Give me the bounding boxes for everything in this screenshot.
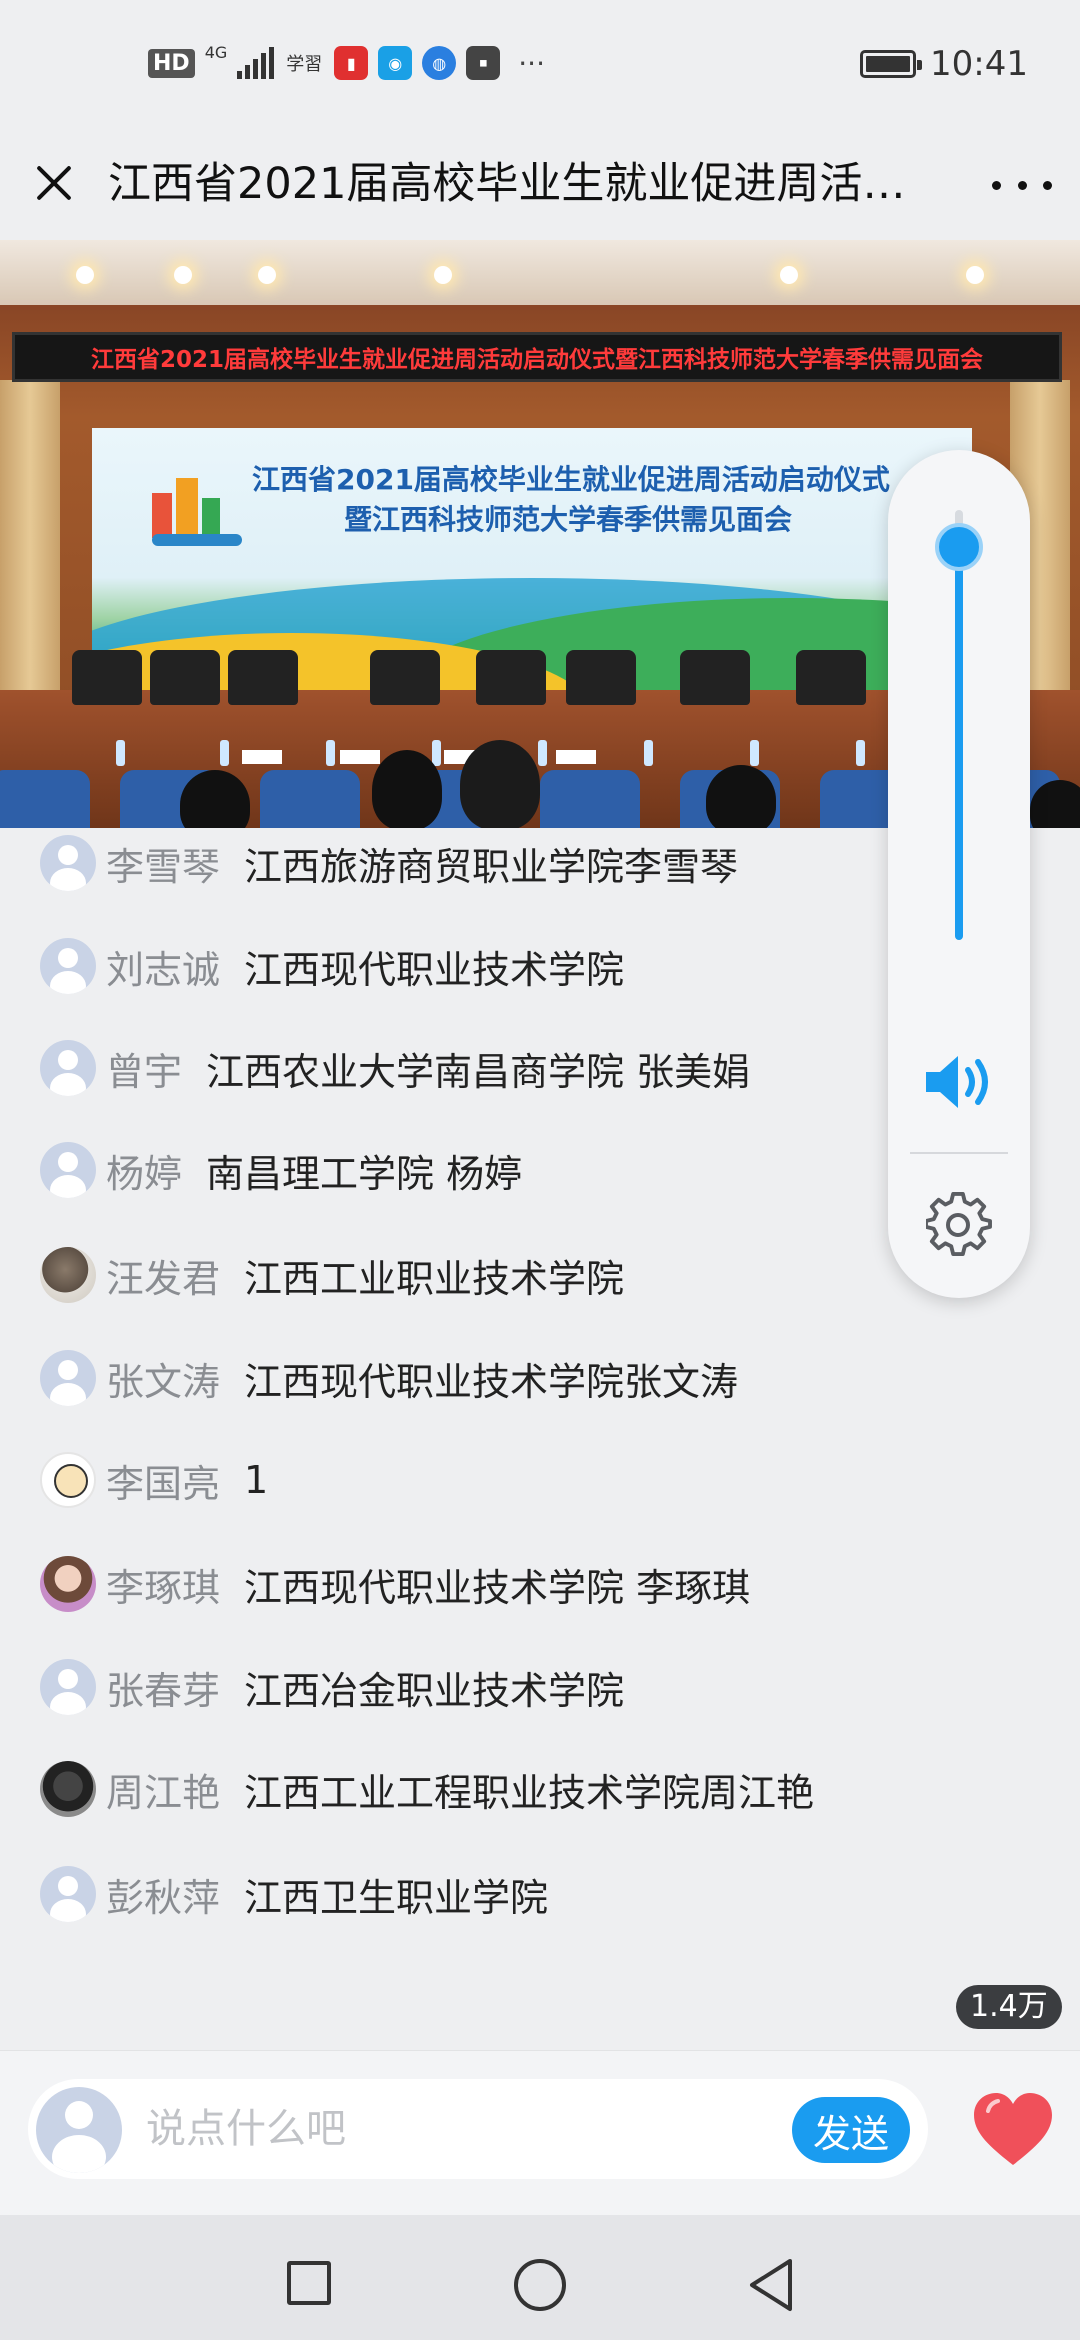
back-icon[interactable] — [742, 2255, 798, 2315]
xuexi-icon: 学習 — [286, 54, 323, 75]
avatar — [36, 2087, 122, 2173]
divider — [910, 1152, 1008, 1154]
avatar — [40, 1247, 96, 1303]
hd-indicator: HD — [148, 48, 195, 78]
avatar — [40, 1040, 96, 1096]
heart-icon[interactable] — [970, 2089, 1056, 2169]
avatar — [40, 1350, 96, 1406]
avatar — [40, 835, 96, 891]
volume-slider-handle[interactable] — [935, 523, 983, 572]
avatar — [40, 1142, 96, 1198]
comment-username: 李雪琴 — [106, 844, 221, 889]
list-item: 张文涛 江西现代职业技术学院张文涛 — [40, 1348, 738, 1408]
system-nav-bar — [0, 2215, 1080, 2340]
list-item: 彭秋萍 江西卫生职业学院 — [40, 1864, 548, 1924]
status-icons-right: 10:41 — [860, 44, 1028, 84]
browser-app-icon: ◍ — [422, 46, 457, 80]
backdrop-title-line1: 江西省2021届高校毕业生就业促进周活动启动仪式 — [252, 463, 890, 496]
status-bar: HD 4G 学習 ▮ ◉ ◍ ◼ ··· 10:41 — [0, 0, 1080, 135]
avatar — [40, 1659, 96, 1715]
send-button[interactable]: 发送 — [792, 2097, 910, 2163]
speaker-icon[interactable] — [922, 1050, 998, 1114]
comment-text: 江西农业大学南昌商学院 张美娟 — [206, 1049, 751, 1094]
comment-text: 江西工业工程职业技术学院周江艳 — [244, 1770, 815, 1815]
comment-username: 杨婷 — [106, 1151, 183, 1196]
avatar — [40, 1452, 96, 1508]
avatar — [40, 1761, 96, 1817]
comment-username: 周江艳 — [106, 1770, 221, 1815]
page-title: 江西省2021届高校毕业生就业促进周活动启动仪式暨江西科技师范大学春季供需见面会 — [108, 159, 948, 209]
comment-text: 南昌理工学院 杨婷 — [206, 1151, 523, 1196]
list-item: 李雪琴 江西旅游商贸职业学院李雪琴 — [40, 833, 738, 893]
comment-username: 汪发君 — [106, 1256, 221, 1301]
recent-apps-icon[interactable] — [287, 2261, 331, 2305]
comment-text: 江西现代职业技术学院 — [244, 947, 625, 992]
list-item: 曾宇 江西农业大学南昌商学院 张美娟 — [40, 1038, 750, 1098]
comment-input-bar: 发送 — [0, 2050, 1080, 2215]
network-type: 4G — [204, 43, 228, 62]
ceiling — [0, 240, 1080, 305]
list-item: 李国亮 1 — [40, 1450, 268, 1510]
comment-username: 李国亮 — [106, 1461, 221, 1506]
list-item: 周江艳 江西工业工程职业技术学院周江艳 — [40, 1759, 814, 1819]
viewer-count-badge: 1.4万 — [956, 1985, 1062, 2029]
huawei-app-icon: ◼ — [466, 46, 501, 80]
comment-username: 李琢琪 — [106, 1565, 221, 1610]
clock: 10:41 — [930, 44, 1028, 84]
led-banner-text: 江西省2021届高校毕业生就业促进周活动启动仪式暨江西科技师范大学春季供需见面会 — [90, 347, 983, 373]
comment-text: 江西冶金职业技术学院 — [244, 1668, 625, 1713]
more-options-icon[interactable] — [992, 165, 1052, 205]
header: 江西省2021届高校毕业生就业促进周活动启动仪式暨江西科技师范大学春季供需见面会 — [0, 135, 1080, 240]
avatar — [40, 1866, 96, 1922]
list-item: 刘志诚 江西现代职业技术学院 — [40, 936, 624, 996]
volume-panel — [888, 450, 1030, 1298]
more-notifications-icon: ··· — [518, 46, 545, 80]
close-icon[interactable] — [26, 155, 82, 211]
comment-username: 刘志诚 — [106, 947, 221, 992]
book-app-icon: ▮ — [334, 46, 369, 80]
comment-text: 1 — [244, 1458, 269, 1502]
comment-text: 江西卫生职业学院 — [244, 1875, 549, 1920]
home-icon[interactable] — [514, 2259, 566, 2311]
status-icons-left: HD 4G 学習 ▮ ◉ ◍ ◼ ··· — [148, 43, 545, 80]
comment-username: 张春芽 — [106, 1668, 221, 1713]
signal-icon — [237, 47, 275, 79]
avatar — [40, 938, 96, 994]
comment-input[interactable] — [146, 2099, 706, 2159]
bulb-app-icon: ◉ — [378, 46, 413, 80]
event-logo-icon — [152, 468, 242, 548]
led-banner: 江西省2021届高校毕业生就业促进周活动启动仪式暨江西科技师范大学春季供需见面会 — [12, 332, 1062, 382]
comment-username: 张文涛 — [106, 1359, 221, 1404]
comment-username: 彭秋萍 — [106, 1875, 221, 1920]
comment-username: 曾宇 — [106, 1049, 183, 1094]
comment-text: 江西旅游商贸职业学院李雪琴 — [244, 844, 739, 889]
comment-text: 江西工业职业技术学院 — [244, 1256, 625, 1301]
battery-icon — [860, 50, 923, 78]
comment-text: 江西现代职业技术学院 李琢琪 — [244, 1565, 751, 1610]
backdrop-title-line2: 暨江西科技师范大学春季供需见面会 — [344, 503, 793, 536]
list-item: 张春芽 江西冶金职业技术学院 — [40, 1657, 624, 1717]
volume-slider-fill — [955, 547, 963, 940]
input-pill: 发送 — [28, 2079, 928, 2179]
gear-icon[interactable] — [926, 1192, 992, 1258]
list-item: 杨婷 南昌理工学院 杨婷 — [40, 1140, 522, 1200]
comment-text: 江西现代职业技术学院张文涛 — [244, 1359, 739, 1404]
list-item: 汪发君 江西工业职业技术学院 — [40, 1245, 624, 1305]
list-item: 李琢琪 江西现代职业技术学院 李琢琪 — [40, 1554, 750, 1614]
avatar — [40, 1556, 96, 1612]
